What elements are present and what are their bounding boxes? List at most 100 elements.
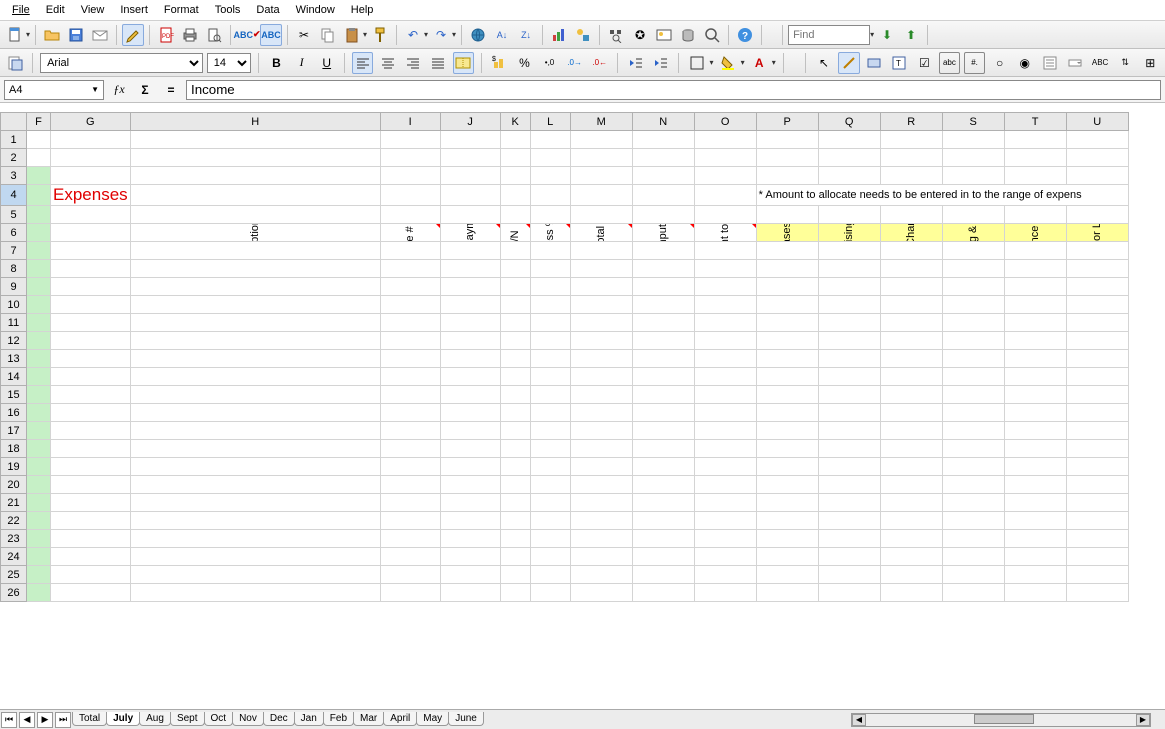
cell[interactable] [1066,242,1128,260]
combo-control-icon[interactable] [1064,52,1085,74]
sheet-tab-feb[interactable]: Feb [323,712,354,726]
row-header[interactable]: 13 [1,350,27,368]
hyperlink-icon[interactable] [467,24,489,46]
cell[interactable] [942,260,1004,278]
cell[interactable] [51,440,131,458]
cell[interactable] [51,332,131,350]
cell[interactable] [380,386,440,404]
row-header[interactable]: 2 [1,149,27,167]
cell[interactable] [632,131,694,149]
cell[interactable] [818,548,880,566]
cell[interactable] [632,296,694,314]
cell[interactable] [27,296,51,314]
cell[interactable] [500,260,530,278]
cell[interactable] [380,167,440,185]
cell[interactable] [756,494,818,512]
cell[interactable] [51,530,131,548]
cell[interactable] [1066,332,1128,350]
cell[interactable] [694,314,756,332]
cell[interactable] [440,512,500,530]
cell[interactable] [51,566,131,584]
cell[interactable] [530,260,570,278]
cell[interactable] [530,530,570,548]
cell[interactable] [632,260,694,278]
sheet-tab-nov[interactable]: Nov [232,712,264,726]
cell[interactable] [440,386,500,404]
cell[interactable] [1004,566,1066,584]
cell[interactable] [570,131,632,149]
cell[interactable] [380,440,440,458]
next-sheet-button[interactable]: ▶ [37,712,53,728]
cell[interactable] [130,512,380,530]
datasource-icon[interactable] [677,24,699,46]
align-right-icon[interactable] [402,52,423,74]
row-header[interactable]: 19 [1,458,27,476]
cell[interactable] [380,494,440,512]
cell[interactable] [380,404,440,422]
cell[interactable] [756,584,818,602]
cell[interactable] [380,368,440,386]
cell[interactable] [694,584,756,602]
cell[interactable] [500,131,530,149]
cell[interactable] [500,278,530,296]
cell[interactable]: Lease or Loan Payment [1066,224,1128,242]
cell[interactable] [942,242,1004,260]
cell[interactable] [380,314,440,332]
cell[interactable] [570,206,632,224]
cell[interactable] [380,584,440,602]
cell[interactable] [500,368,530,386]
cell[interactable] [632,332,694,350]
cell[interactable] [1004,278,1066,296]
cell[interactable] [632,494,694,512]
cell[interactable] [880,548,942,566]
cell[interactable] [51,167,131,185]
cell[interactable] [570,494,632,512]
cell[interactable] [1066,440,1128,458]
cell[interactable]: GST Y/N [500,224,530,242]
cell[interactable] [530,548,570,566]
cell[interactable] [570,296,632,314]
numberbox-icon[interactable]: #. [964,52,985,74]
cell[interactable] [942,476,1004,494]
cell[interactable] [880,149,942,167]
cell[interactable] [27,206,51,224]
last-sheet-button[interactable]: ⏭ [55,712,71,728]
cell[interactable] [632,206,694,224]
line-icon[interactable] [838,52,859,74]
menu-view[interactable]: View [73,2,113,18]
bgcolor-icon[interactable] [718,52,739,74]
cell[interactable] [1066,260,1128,278]
col-header[interactable]: L [530,113,570,131]
cell[interactable] [130,314,380,332]
cell[interactable]: Amount to Allocate [694,224,756,242]
cell[interactable] [1004,584,1066,602]
cell[interactable] [51,260,131,278]
cell[interactable] [942,314,1004,332]
cell[interactable] [818,458,880,476]
cell[interactable] [27,350,51,368]
cell[interactable] [818,404,880,422]
cell[interactable] [1004,404,1066,422]
cell[interactable] [380,278,440,296]
cell[interactable] [130,404,380,422]
cell[interactable] [27,368,51,386]
spin-control-icon[interactable]: ⇅ [1115,52,1136,74]
cell[interactable] [756,314,818,332]
cell[interactable] [1066,350,1128,368]
sheet-tab-june[interactable]: June [448,712,484,726]
cell[interactable] [880,296,942,314]
cell[interactable] [440,167,500,185]
cell[interactable] [440,584,500,602]
cell[interactable] [570,314,632,332]
redo-icon[interactable]: ↷ [430,24,452,46]
cell[interactable] [500,530,530,548]
cell[interactable] [27,314,51,332]
currency-icon[interactable]: $ [489,52,510,74]
sheet-tab-may[interactable]: May [416,712,449,726]
cell[interactable] [51,404,131,422]
cell[interactable] [632,149,694,167]
cell[interactable] [942,458,1004,476]
cell[interactable] [1066,278,1128,296]
cell[interactable] [632,476,694,494]
row-header[interactable]: 17 [1,422,27,440]
